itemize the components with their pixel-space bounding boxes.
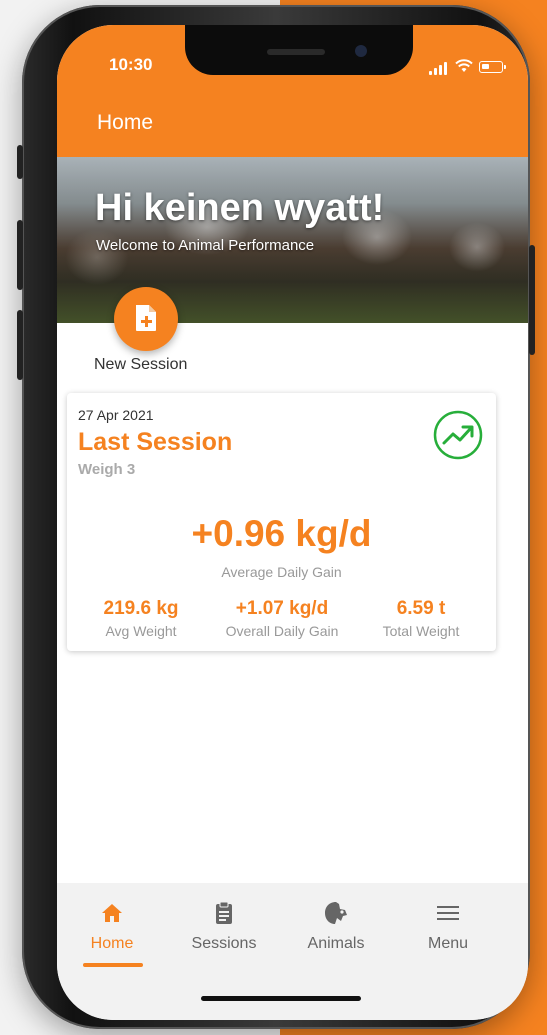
active-tab-indicator — [83, 963, 143, 967]
app-header: 10:30 Home — [57, 25, 528, 157]
status-time: 10:30 — [109, 55, 153, 74]
average-daily-gain-value: +0.96 kg/d — [191, 513, 372, 554]
session-subtitle: Weigh 3 — [78, 461, 136, 478]
tab-menu[interactable]: Menu — [393, 899, 503, 953]
tab-sessions[interactable]: Sessions — [169, 899, 279, 953]
phone-volume-down-button — [17, 310, 23, 380]
new-session-button[interactable] — [114, 287, 178, 351]
page-title: Home — [97, 111, 154, 134]
menu-icon — [437, 906, 459, 920]
tab-label: Sessions — [191, 935, 257, 952]
stat-total-weight: 6.59 t Total Weight — [365, 598, 477, 639]
stat-overall-daily-gain: +1.07 kg/d Overall Daily Gain — [212, 598, 352, 639]
stat-value: 219.6 kg — [103, 598, 179, 619]
greeting-title: Hi keinen wyatt! — [95, 187, 385, 229]
tab-label: Animals — [307, 935, 365, 952]
app-screen: 10:30 Home Hi keinen wyatt! Welcome to A… — [57, 25, 528, 1020]
session-title: Last Session — [78, 428, 233, 456]
phone-notch — [185, 25, 413, 75]
tab-label: Menu — [427, 935, 469, 952]
phone-side-button — [17, 145, 23, 179]
session-date: 27 Apr 2021 — [78, 407, 154, 423]
trending-up-icon — [433, 410, 483, 460]
new-session-label[interactable]: New Session — [94, 356, 187, 374]
average-daily-gain-label: Average Daily Gain — [221, 564, 342, 580]
tab-home[interactable]: Home — [57, 899, 167, 953]
stat-value: 6.59 t — [396, 598, 446, 619]
clipboard-icon — [216, 901, 232, 924]
last-session-card[interactable]: 27 Apr 2021 Last Session Weigh 3 +0.96 k… — [67, 393, 496, 651]
tab-label: Home — [90, 935, 134, 952]
speaker-grille — [267, 49, 325, 55]
home-indicator[interactable] — [201, 996, 361, 1001]
phone-power-button — [529, 245, 535, 355]
stat-label: Total Weight — [382, 623, 460, 639]
phone-volume-up-button — [17, 220, 23, 290]
greeting-subtitle: Welcome to Animal Performance — [96, 237, 315, 254]
wifi-icon — [455, 59, 473, 72]
home-icon — [102, 904, 122, 922]
front-camera — [355, 45, 367, 57]
stat-avg-weight: 219.6 kg Avg Weight — [81, 598, 201, 639]
animal-icon — [325, 902, 347, 924]
status-icons — [429, 59, 509, 75]
stat-label: Avg Weight — [105, 623, 177, 639]
stat-label: Overall Daily Gain — [225, 623, 339, 639]
phone-frame: 10:30 Home Hi keinen wyatt! Welcome to A… — [17, 5, 535, 1029]
battery-icon — [479, 61, 506, 73]
add-file-icon — [136, 305, 156, 331]
tab-animals[interactable]: Animals — [281, 899, 391, 953]
stat-value: +1.07 kg/d — [235, 598, 329, 619]
